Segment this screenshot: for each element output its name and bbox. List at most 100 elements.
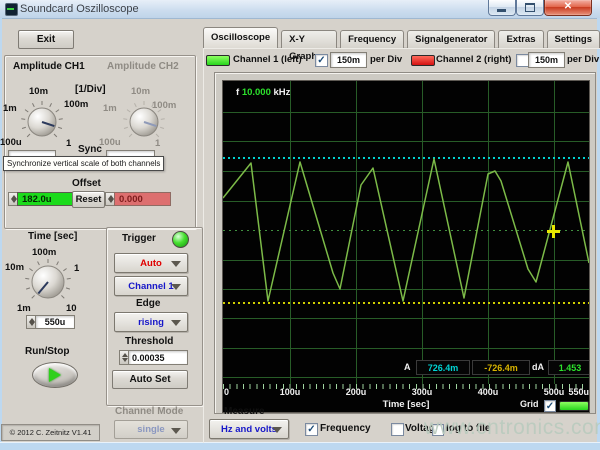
watermark: www.cntronics.com [424,416,600,440]
tab-settings[interactable]: Settings [547,30,600,48]
channel1-label: Channel 1 (left) [233,54,302,65]
title-bar: Soundcard Oszilloscope ✕ [0,0,600,19]
knob-label: 100m [152,100,176,111]
channel1-checkbox[interactable]: ✓ [315,54,328,67]
threshold-label: Threshold [125,336,173,347]
cursor-crosshair-icon[interactable] [552,225,555,238]
frequency-checkbox[interactable]: ✓ [305,423,318,436]
amplitude-ch2-title: Amplitude CH2 [107,61,179,72]
meas-da-value: 1.453 [548,360,590,375]
run-stop-label: Run/Stop [25,346,69,357]
threshold-field[interactable]: 0.00035 [128,350,188,365]
maximize-button[interactable] [516,0,544,16]
run-stop-button[interactable] [32,362,78,388]
voltage-checkbox[interactable] [391,423,404,436]
meas-da-label: dA [532,362,544,372]
check-icon: ✓ [307,425,315,434]
knob-label: 10 [66,303,77,314]
check-icon: ✓ [317,56,325,65]
x-tick-label: 0 [224,387,229,397]
time-value-field[interactable]: 550u [35,315,75,329]
channel2-label: Channel 2 (right) [436,54,511,65]
close-icon: ✕ [545,1,591,12]
x-tick-label: 200u [342,387,370,397]
check-icon: ✓ [546,402,554,411]
waveform-plot [223,81,589,391]
offset-label: Offset [72,178,101,189]
exit-button[interactable]: Exit [18,30,74,49]
grid-checkbox[interactable]: ✓ [544,400,556,412]
x-tick-label: 400u [474,387,502,397]
meas-a-value: 726.4m [416,360,470,375]
grid-label: Grid [520,399,539,409]
offset-ch2-field[interactable]: 0.000 [114,192,171,206]
minimize-icon [497,9,506,12]
trigger-edge-dropdown[interactable]: rising [114,312,188,332]
channel2-color-swatch[interactable] [411,55,435,66]
freq-unit: kHz [274,87,291,98]
tab-xy-graph[interactable]: X-Y Graph [281,30,337,48]
knob-label: 1 [74,263,79,274]
waveform [223,159,589,301]
x-tick-label: 300u [408,387,436,397]
knob-label: 10m [131,86,150,97]
trigger-mode-dropdown[interactable]: Auto [114,253,188,273]
tab-oscilloscope[interactable]: Oscilloscope [203,27,278,48]
window-title: Soundcard Oszilloscope [20,3,139,15]
tab-extras[interactable]: Extras [498,30,543,48]
frequency-readout: f 10.000 kHz [236,87,290,98]
time-title: Time [sec] [28,231,77,242]
channel1-color-swatch[interactable] [206,55,230,66]
per-div-unit-label: [1/Div] [75,84,106,95]
channel2-per-div-label: per Div [567,54,599,65]
knob-label: 10m [29,86,48,97]
channel1-scale-field[interactable]: 150m [330,52,367,68]
sync-label: Sync [78,144,102,155]
window-border-bottom [0,442,600,450]
time-knob[interactable] [24,258,72,306]
channel-mode-label: Channel Mode [115,406,183,417]
channel-mode-dropdown[interactable]: single [114,420,188,439]
measure-mode-dropdown[interactable]: Hz and volts [209,419,289,439]
channel2-scale-field[interactable]: 150m [528,52,565,68]
meas-b-value: -726.4m [472,360,530,375]
tab-signalgenerator[interactable]: Signalgenerator [407,30,495,48]
sync-tooltip: Synchronize vertical scale of both chann… [3,156,164,171]
trigger-led [172,231,189,248]
frequency-checkbox-label: Frequency [320,423,371,434]
meas-a-label: A [404,362,411,372]
knob-label: 1 [155,138,160,149]
offset-reset-button[interactable]: Reset [72,191,105,208]
knob-label: 100m [64,99,88,110]
knob-label: 100u [0,137,22,148]
minimize-button[interactable] [488,0,516,16]
maximize-icon [525,3,535,12]
play-icon [49,368,61,382]
edge-label: Edge [136,298,160,309]
copyright-label: © 2012 C. Zeitnitz V1.41 [1,424,100,441]
knob-label: 1m [103,103,117,114]
app-window: Soundcard Oszilloscope ✕ Exit Amplitude … [0,0,600,450]
trigger-title: Trigger [122,233,156,244]
knob-label: 10m [5,262,24,273]
amplitude-ch1-knob[interactable] [20,100,64,144]
tab-bar: Oscilloscope X-Y Graph Frequency Signalg… [203,27,600,48]
scope-display[interactable]: f 10.000 kHz A 726.4m -726.4m dA 1.453 0… [222,80,590,413]
knob-label: 1m [3,103,17,114]
x-tick-label: 100u [276,387,304,397]
close-button[interactable]: ✕ [544,0,592,16]
knob-label: 1 [66,138,71,149]
trigger-source-dropdown[interactable]: Channel 1 [114,276,188,296]
measure-label: Measure [224,406,265,417]
channel1-per-div-label: per Div [370,54,402,65]
knob-label: 100m [32,247,56,258]
x-axis-title: Time [sec] [371,399,441,410]
grid-color-swatch[interactable] [559,401,589,411]
window-border-left [0,18,2,442]
app-icon [5,3,18,16]
tab-frequency[interactable]: Frequency [340,30,404,48]
auto-set-button[interactable]: Auto Set [112,370,188,389]
freq-value: 10.000 [242,87,271,98]
knob-label: 1m [17,303,31,314]
offset-ch1-field[interactable]: 182.0u [17,192,74,206]
